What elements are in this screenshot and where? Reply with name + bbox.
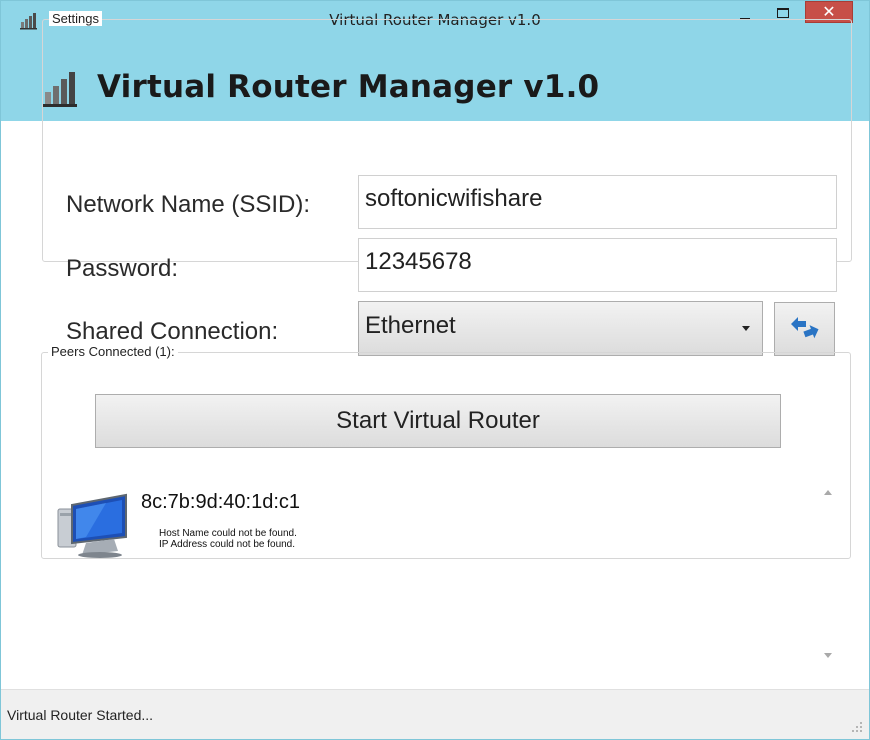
scroll-down-icon[interactable] [824,653,832,658]
computer-monitor-icon [57,493,127,558]
peers-scrollbar[interactable] [818,484,838,670]
peer-ip-address: IP Address could not be found. [159,539,296,550]
peers-legend: Peers Connected (1): [48,344,178,359]
ssid-input[interactable]: softonicwifishare [358,175,837,229]
chevron-down-icon [742,326,750,331]
resize-grip-icon[interactable] [851,721,863,733]
refresh-arrows-icon [791,317,819,339]
app-window: Virtual Router Manager v1.0 ✕ Virtual Ro… [0,0,870,740]
password-label: Password: [66,255,179,282]
scroll-up-icon[interactable] [824,490,832,495]
status-bar: Virtual Router Started... [1,689,869,739]
shared-connection-dropdown[interactable]: Ethernet [358,301,763,356]
ssid-label: Network Name (SSID): [66,191,311,218]
peer-host-name: Host Name could not be found. [159,528,297,539]
refresh-connections-button[interactable] [774,302,835,356]
password-input[interactable]: 12345678 [358,238,837,292]
shared-connection-value: Ethernet [365,312,456,339]
maximize-icon [777,8,789,18]
status-text: Virtual Router Started... [7,707,154,723]
shared-connection-label: Shared Connection: [66,318,279,345]
settings-legend: Settings [49,11,102,26]
peer-mac-address: 8c:7b:9d:40:1d:c1 [141,491,301,513]
